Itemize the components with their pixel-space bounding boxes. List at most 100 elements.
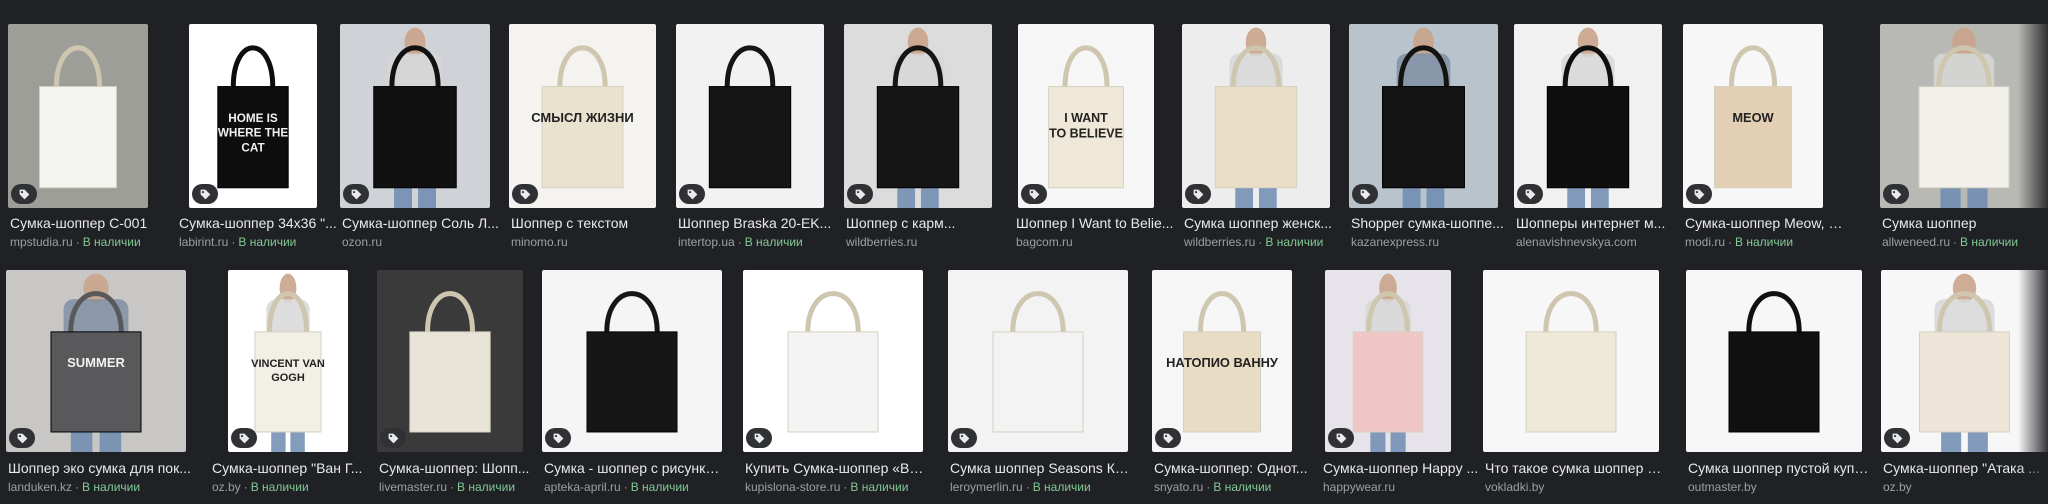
svg-text:TO BELIEVE: TO BELIEVE — [1049, 126, 1123, 140]
result-title[interactable]: Шоппер с текстом — [511, 214, 671, 232]
result-source[interactable]: alenavishnevskya.com — [1516, 235, 1637, 249]
image-result-card[interactable]: I WANT TO BELIEVE Шоппер I Want to Belie.… — [1014, 24, 1177, 252]
image-result-card[interactable]: MEOW Сумка-шоппер Meow, беже... modi.ru·В… — [1683, 24, 1846, 252]
result-thumbnail[interactable] — [1483, 270, 1659, 452]
result-source[interactable]: kazanexpress.ru — [1351, 235, 1439, 249]
result-source[interactable]: bagcom.ru — [1016, 235, 1073, 249]
result-thumbnail[interactable]: НАТОПИО ВАННУ — [1152, 270, 1292, 452]
result-title[interactable]: Сумка - шоппер с рисунком... — [544, 459, 727, 477]
result-source[interactable]: snyato.ru — [1154, 480, 1203, 494]
image-result-card[interactable]: Купить Сумка-шоппер «Blac... kupislona-st… — [743, 270, 925, 497]
shopping-tag-icon — [1328, 428, 1354, 448]
image-result-card[interactable]: Сумка-шоппер Соль Л... ozon.ru — [340, 24, 502, 252]
result-meta: labirint.ru · В наличии — [179, 234, 342, 250]
image-result-card[interactable]: СМЫСЛ ЖИЗНИ Шоппер с текстом minomo.ru — [509, 24, 671, 252]
meta-separator: · — [75, 235, 80, 249]
result-title[interactable]: Шопперы интернет м... — [1516, 214, 1678, 232]
result-title[interactable]: Сумка-шоппер Happy ... — [1323, 459, 1481, 477]
result-source[interactable]: wildberries.ru — [1184, 235, 1255, 249]
result-source[interactable]: landuken.kz — [8, 480, 72, 494]
image-result-card[interactable]: Сумка-шоппер С-001 mpstudia.ru · В наличии — [8, 24, 168, 252]
image-result-card[interactable]: Сумка шоппер женск... wildberries.ru · В на… — [1182, 24, 1345, 252]
result-thumbnail[interactable]: СМЫСЛ ЖИЗНИ — [509, 24, 656, 208]
image-result-card[interactable]: Сумка-шоппер: Шопп... livemaster.ru · В нал… — [377, 270, 537, 497]
image-result-card[interactable]: VINCENT VAN GOGH Сумка-шоппер "Ван Г... oz… — [210, 270, 370, 497]
result-source[interactable]: allweneed.ru — [1882, 235, 1950, 249]
result-meta: happywear.ru — [1323, 479, 1481, 495]
image-result-card[interactable]: Сумка шоппер пустой купи... outmaster.by — [1686, 270, 1871, 497]
result-source[interactable]: vokladki.by — [1485, 480, 1544, 494]
result-title[interactable]: Shopper сумка-шоппе... — [1351, 214, 1512, 232]
result-source[interactable]: oz.by — [212, 480, 241, 494]
result-source[interactable]: modi.ru — [1685, 235, 1725, 249]
result-thumbnail[interactable] — [1514, 24, 1662, 208]
image-result-card[interactable]: Сумка-шоппер Happy ... happywear.ru — [1321, 270, 1481, 497]
result-meta: oz.by · В наличии — [212, 479, 370, 495]
result-thumbnail[interactable] — [1325, 270, 1451, 452]
result-thumbnail[interactable] — [948, 270, 1128, 452]
result-title[interactable]: Сумка-шоппер Соль Л... — [342, 214, 502, 232]
result-thumbnail[interactable] — [542, 270, 722, 452]
result-thumbnail[interactable]: SUMMER — [6, 270, 186, 452]
result-thumbnail[interactable]: MEOW — [1683, 24, 1823, 208]
result-thumbnail[interactable]: HOME IS WHERE THE CAT — [189, 24, 317, 208]
result-source[interactable]: labirint.ru — [179, 235, 228, 249]
result-title[interactable]: Шоппер Braska 20-EK... — [678, 214, 840, 232]
image-result-card[interactable]: SUMMER Шоппер эко сумка для пок... landuk… — [6, 270, 201, 497]
result-title[interactable]: Сумка-шоппер С-001 — [10, 214, 168, 232]
shopping-tag-icon — [512, 184, 538, 204]
result-source[interactable]: kupislona-store.ru — [745, 480, 840, 494]
result-thumbnail[interactable] — [340, 24, 490, 208]
result-source[interactable]: leroymerlin.ru — [950, 480, 1023, 494]
image-result-card[interactable]: HOME IS WHERE THE CAT Сумка-шоппер 34x36 "… — [177, 24, 342, 252]
result-source[interactable]: apteka-april.ru — [544, 480, 621, 494]
result-title[interactable]: Шоппер эко сумка для пок... — [8, 459, 201, 477]
result-thumbnail[interactable] — [844, 24, 992, 208]
result-thumbnail[interactable] — [1349, 24, 1498, 208]
image-result-card[interactable]: Сумка шоппер Seasons Кош... leroymerlin.r… — [948, 270, 1133, 497]
result-title[interactable]: Что такое сумка шоппер и ... — [1485, 459, 1668, 477]
image-result-card[interactable]: Что такое сумка шоппер и ... vokladki.by — [1483, 270, 1668, 497]
image-result-card[interactable]: Сумка - шоппер с рисунком... apteka-april… — [542, 270, 727, 497]
result-meta: minomo.ru — [511, 234, 671, 250]
image-result-card[interactable]: Шопперы интернет м... alenavishnevskya.co… — [1514, 24, 1678, 252]
meta-separator: · — [231, 235, 236, 249]
result-source[interactable]: happywear.ru — [1323, 480, 1395, 494]
image-result-card[interactable]: Shopper сумка-шоппе... kazanexpress.ru — [1349, 24, 1512, 252]
result-source[interactable]: oz.by — [1883, 480, 1912, 494]
result-meta: snyato.ru · В наличии — [1154, 479, 1312, 495]
shopping-tag-icon — [1352, 184, 1378, 204]
result-source[interactable]: mpstudia.ru — [10, 235, 73, 249]
result-title[interactable]: Купить Сумка-шоппер «Blac... — [745, 459, 925, 477]
result-source[interactable]: ozon.ru — [342, 235, 382, 249]
result-thumbnail[interactable] — [1182, 24, 1330, 208]
result-meta: leroymerlin.ru · В наличии — [950, 479, 1133, 495]
result-title[interactable]: Сумка шоппер женск... — [1184, 214, 1345, 232]
result-title[interactable]: Сумка-шоппер "Ван Г... — [212, 459, 370, 477]
image-result-card[interactable]: НАТОПИО ВАННУ Сумка-шоппер: Однот... snya… — [1152, 270, 1312, 497]
result-thumbnail[interactable] — [676, 24, 824, 208]
result-thumbnail[interactable] — [377, 270, 523, 452]
result-title[interactable]: Сумка шоппер Seasons Кош... — [950, 459, 1133, 477]
result-thumbnail[interactable] — [743, 270, 923, 452]
result-title[interactable]: Шоппер с карм... — [846, 214, 1004, 232]
result-source[interactable]: minomo.ru — [511, 235, 568, 249]
result-title[interactable]: Сумка шоппер пустой купи... — [1688, 459, 1871, 477]
result-title[interactable]: Сумка-шоппер 34x36 "... — [179, 214, 342, 232]
result-title[interactable]: Сумка-шоппер: Шопп... — [379, 459, 537, 477]
result-thumbnail[interactable] — [8, 24, 148, 208]
in-stock-label: В наличии — [457, 480, 516, 494]
image-result-card[interactable]: Шоппер с карм... wildberries.ru — [844, 24, 1004, 252]
image-result-card[interactable]: Шоппер Braska 20-EK... intertop.ua · В нали… — [676, 24, 840, 252]
result-thumbnail[interactable]: I WANT TO BELIEVE — [1018, 24, 1154, 208]
result-source[interactable]: wildberries.ru — [846, 235, 917, 249]
result-title[interactable]: Сумка-шоппер: Однот... — [1154, 459, 1312, 477]
result-thumbnail[interactable] — [1686, 270, 1862, 452]
result-source[interactable]: livemaster.ru — [379, 480, 447, 494]
result-title[interactable]: Шоппер I Want to Belie... — [1016, 214, 1177, 232]
result-source[interactable]: outmaster.by — [1688, 480, 1757, 494]
result-title[interactable]: Сумка-шоппер Meow, беже... — [1685, 214, 1846, 232]
svg-text:CAT: CAT — [241, 141, 265, 154]
result-source[interactable]: intertop.ua — [678, 235, 735, 249]
result-thumbnail[interactable]: VINCENT VAN GOGH — [228, 270, 348, 452]
